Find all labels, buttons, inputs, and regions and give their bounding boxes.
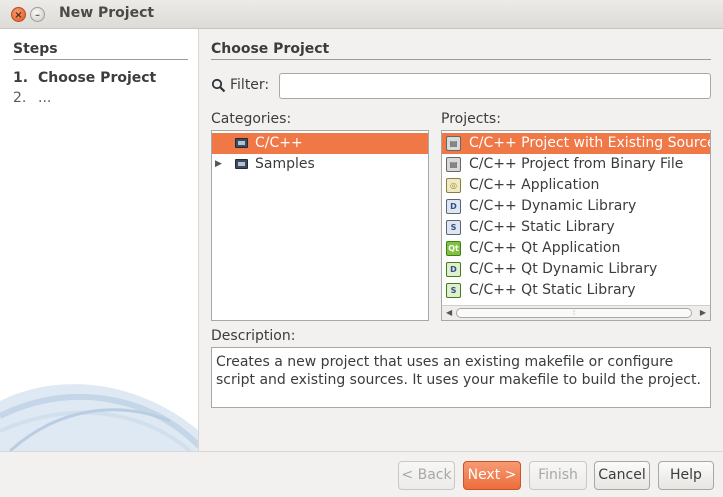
category-item-cpp[interactable]: C/C++ — [212, 133, 428, 154]
categories-tree[interactable]: C/C++ ▶ Samples — [211, 130, 429, 321]
project-label: C/C++ Static Library — [469, 219, 615, 235]
back-button[interactable]: < Back — [398, 461, 455, 490]
search-icon — [211, 78, 226, 93]
step-next: 2.... — [13, 90, 51, 106]
wizard-swoosh-graphic — [0, 384, 198, 451]
steps-panel: Steps 1. Choose Project 2.... — [0, 29, 199, 451]
project-existing-sources-icon: ▤ — [446, 136, 461, 151]
header-divider — [211, 59, 711, 60]
projects-label: Projects: — [441, 111, 501, 127]
qt-static-library-icon: S — [446, 283, 461, 298]
description-label: Description: — [211, 328, 296, 344]
application-icon: ◎ — [446, 178, 461, 193]
project-item[interactable]: D C/C++ Qt Dynamic Library — [442, 259, 710, 280]
window-close-button[interactable]: × — [11, 7, 26, 22]
categories-label: Categories: — [211, 111, 292, 127]
window-minimize-button[interactable]: – — [30, 7, 45, 22]
description-text: Creates a new project that uses an exist… — [211, 347, 711, 408]
project-label: C/C++ Dynamic Library — [469, 198, 637, 214]
help-button[interactable]: Help — [658, 461, 714, 490]
scroll-right-icon[interactable]: ▶ — [700, 306, 706, 320]
category-label: Samples — [255, 156, 315, 172]
static-library-icon: S — [446, 220, 461, 235]
project-item[interactable]: S C/C++ Qt Static Library — [442, 280, 710, 301]
footer-divider — [0, 451, 723, 452]
scrollbar-thumb[interactable]: ⦙ — [456, 308, 692, 318]
project-item[interactable]: D C/C++ Dynamic Library — [442, 196, 710, 217]
finish-button[interactable]: Finish — [529, 461, 587, 490]
steps-divider — [13, 59, 188, 60]
step-label: Choose Project — [38, 70, 157, 86]
project-label: C/C++ Qt Dynamic Library — [469, 261, 658, 277]
project-item[interactable]: Qt C/C++ Qt Application — [442, 238, 710, 259]
folder-icon — [235, 138, 248, 148]
title-bar: × – New Project — [0, 0, 723, 29]
qt-dynamic-library-icon: D — [446, 262, 461, 277]
category-item-samples[interactable]: ▶ Samples — [212, 154, 428, 175]
project-label: C/C++ Qt Static Library — [469, 282, 636, 298]
projects-list[interactable]: ▤ C/C++ Project with Existing Sources ▤ … — [441, 130, 711, 321]
filter-label: Filter: — [230, 77, 270, 93]
project-label: C/C++ Application — [469, 177, 600, 193]
step-choose-project: 1. Choose Project — [13, 70, 156, 86]
folder-icon — [235, 159, 248, 169]
qt-application-icon: Qt — [446, 241, 461, 256]
project-binary-file-icon: ▤ — [446, 157, 461, 172]
step-number: 1. — [13, 70, 29, 86]
project-item[interactable]: ◎ C/C++ Application — [442, 175, 710, 196]
cancel-button[interactable]: Cancel — [594, 461, 650, 490]
project-label: C/C++ Project with Existing Sources — [469, 135, 711, 151]
project-label: C/C++ Qt Application — [469, 240, 621, 256]
step-number: 2. — [13, 90, 27, 106]
project-label: C/C++ Project from Binary File — [469, 156, 684, 172]
category-label: C/C++ — [255, 135, 303, 151]
project-item[interactable]: ▤ C/C++ Project with Existing Sources — [442, 133, 710, 154]
expand-arrow-icon[interactable]: ▶ — [215, 154, 222, 175]
next-button[interactable]: Next > — [463, 461, 521, 490]
project-item[interactable]: S C/C++ Static Library — [442, 217, 710, 238]
filter-input[interactable] — [279, 73, 711, 99]
scroll-left-icon[interactable]: ◀ — [446, 306, 452, 320]
window-title: New Project — [59, 5, 155, 21]
horizontal-scrollbar[interactable]: ◀ ⦙ ▶ — [442, 305, 710, 320]
steps-header: Steps — [13, 41, 58, 57]
project-item[interactable]: ▤ C/C++ Project from Binary File — [442, 154, 710, 175]
dynamic-library-icon: D — [446, 199, 461, 214]
page-title: Choose Project — [211, 41, 330, 57]
step-label: ... — [38, 90, 52, 106]
